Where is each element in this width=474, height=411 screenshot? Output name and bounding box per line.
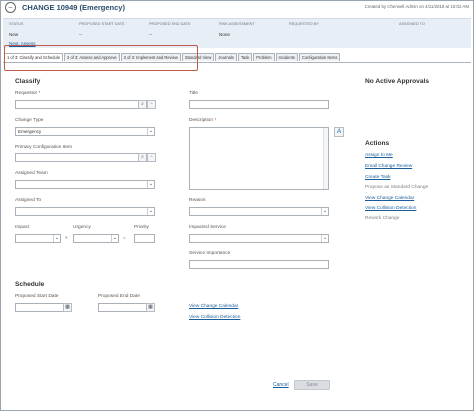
spellcheck-icon[interactable]: A	[334, 127, 344, 137]
tab-incidents[interactable]: Incidents	[275, 53, 298, 61]
change-type-label: Change Type	[15, 118, 44, 123]
proposed-end-date-label: Proposed End Date	[98, 294, 140, 299]
view-change-calendar-link[interactable]: View Change Calendar	[189, 304, 238, 309]
requested-by-label: REQUESTED BY	[289, 22, 319, 26]
assigned-to-header-label: ASSIGNED TO	[399, 22, 425, 26]
create-task-link[interactable]: Create Task	[365, 175, 391, 180]
assigned-team-label: Assigned Team	[15, 171, 48, 176]
proposed-end-value: --	[149, 32, 153, 37]
required-mark: *	[38, 91, 41, 96]
tab-problem[interactable]: Problem	[253, 53, 275, 61]
requestor-input[interactable]	[15, 100, 139, 109]
urgency-label: Urgency	[73, 225, 91, 230]
tab-journals[interactable]: Journals	[215, 53, 237, 61]
chevron-down-icon: ⌄	[147, 181, 154, 188]
record-header: – CHANGE 10949 (Emergency) Created by Ch…	[1, 1, 473, 14]
assign-to-me-link[interactable]: Assign to Me	[365, 153, 393, 158]
save-button[interactable]: Save	[294, 380, 330, 390]
highlight-annotation-box	[4, 45, 198, 71]
equals-symbol: =	[123, 235, 126, 240]
description-scrollbar[interactable]	[323, 128, 328, 189]
change-type-select[interactable]: Emergency ⌄	[15, 127, 155, 136]
proposed-start-date-label: Proposed Start Date	[15, 294, 59, 299]
priority-input[interactable]	[134, 234, 155, 243]
email-change-review-link[interactable]: Email Change Review	[365, 164, 412, 169]
chevron-down-icon: ⌄	[321, 208, 328, 215]
chevron-down-icon: ⌄	[111, 235, 118, 242]
classify-section-title: Classify	[15, 78, 41, 85]
proposed-end-label: PROPOSED END DATE	[149, 22, 191, 26]
actions-title: Actions	[365, 140, 390, 147]
impact-select[interactable]: ⌄	[15, 234, 61, 243]
assigned-to-select[interactable]: ⌄	[15, 207, 155, 216]
assigned-to-label: Assigned To	[15, 198, 42, 203]
assigned-team-select[interactable]: ⌄	[15, 180, 155, 189]
risk-assessment-label: RISK ASSESSMENT	[219, 22, 255, 26]
urgency-select[interactable]: ⌄	[73, 234, 119, 243]
search-icon[interactable]: ⌕	[138, 100, 147, 109]
minus-circle-icon[interactable]: –	[5, 2, 16, 13]
proposed-start-value: --	[79, 32, 83, 37]
impact-label: Impact	[15, 225, 30, 230]
rework-change-action: Rework Change	[365, 216, 400, 221]
tab-configuration-items[interactable]: Configuration Items	[298, 53, 341, 61]
primary-ci-input[interactable]	[15, 153, 139, 162]
proposed-start-date-input[interactable]	[15, 303, 67, 312]
lookup-icon[interactable]: ▫	[147, 100, 156, 109]
change-record-window: – CHANGE 10949 (Emergency) Created by Ch…	[0, 0, 474, 411]
search-icon[interactable]: ⌕	[138, 153, 147, 162]
times-symbol: ×	[65, 235, 68, 240]
lookup-icon[interactable]: ▫	[147, 153, 156, 162]
description-textarea[interactable]	[189, 127, 329, 190]
status-value: New	[9, 32, 19, 37]
risk-assessment-value: None	[219, 32, 230, 37]
schedule-section-title: Schedule	[15, 281, 45, 288]
reason-label: Reason	[189, 198, 206, 203]
required-mark: *	[214, 118, 217, 123]
title-label: Title	[189, 91, 198, 96]
title-input[interactable]	[189, 100, 329, 109]
chevron-down-icon: ⌄	[147, 208, 154, 215]
status-band: STATUS New Next: Assess PROPOSED START D…	[3, 18, 471, 48]
chevron-down-icon: ⌄	[321, 235, 328, 242]
service-importance-input[interactable]	[189, 260, 329, 269]
change-type-value: Emergency	[18, 129, 42, 134]
impacted-service-label: Impacted Service	[189, 225, 227, 230]
chevron-down-icon: ⌄	[53, 235, 60, 242]
impacted-service-select[interactable]: ⌄	[189, 234, 329, 243]
record-title: CHANGE 10949 (Emergency)	[22, 3, 125, 12]
requestor-label: Requestor *	[15, 91, 41, 96]
service-importance-label: Service Importance	[189, 251, 231, 256]
proposed-start-label: PROPOSED START DATE	[79, 22, 125, 26]
reason-select[interactable]: ⌄	[189, 207, 329, 216]
view-collision-detection-link[interactable]: View Collision Detection	[189, 315, 240, 320]
view-collision-detection-action[interactable]: View Collision Detection	[365, 206, 416, 211]
propose-standard-change-action: Propose as Standard Change	[365, 185, 429, 190]
chevron-down-icon: ⌄	[147, 128, 154, 135]
proposed-end-date-input[interactable]	[98, 303, 150, 312]
approvals-title: No Active Approvals	[365, 78, 429, 85]
priority-label: Priority	[134, 225, 149, 230]
primary-ci-label: Primary Configuration Item	[15, 145, 73, 150]
cancel-button[interactable]: Cancel	[273, 382, 289, 388]
view-change-calendar-action[interactable]: View Change Calendar	[365, 196, 414, 201]
status-label: STATUS	[9, 22, 24, 26]
description-label: Description *	[189, 118, 217, 123]
tab-task[interactable]: Task	[237, 53, 253, 61]
created-by-text: Created by Cherwell Admin on 4/11/2019 a…	[364, 4, 469, 9]
calendar-icon[interactable]: ▦	[63, 303, 72, 312]
calendar-icon[interactable]: ▦	[146, 303, 155, 312]
